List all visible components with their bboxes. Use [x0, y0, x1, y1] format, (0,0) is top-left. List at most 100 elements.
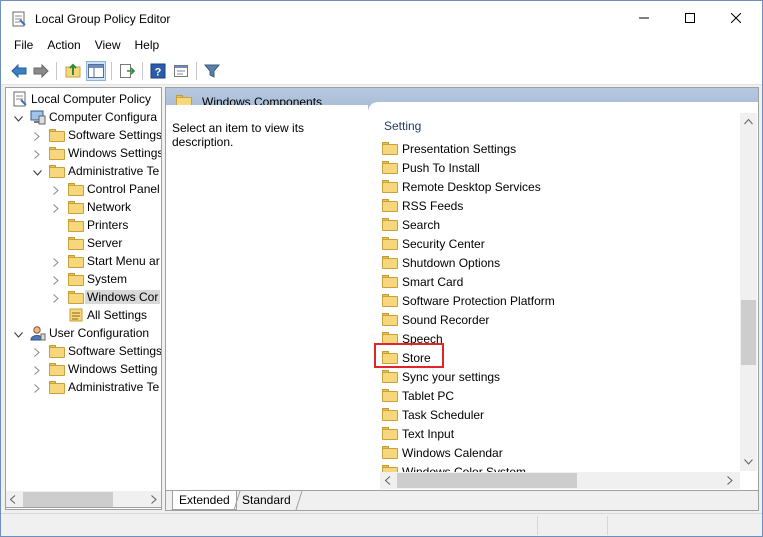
- list-item-label: Tablet PC: [402, 388, 455, 403]
- help-button[interactable]: ?: [148, 61, 168, 81]
- properties-button[interactable]: [171, 61, 191, 81]
- list-item-label: Sound Recorder: [402, 312, 490, 327]
- list-item-label: Security Center: [402, 236, 485, 251]
- minimize-button[interactable]: [621, 1, 667, 35]
- up-folder-icon: [65, 63, 81, 78]
- expand-chevron-icon[interactable]: [50, 256, 62, 268]
- export-list-button[interactable]: [117, 61, 137, 81]
- description-text: Select an item to view its description.: [172, 121, 305, 149]
- tree-item-software-settings[interactable]: Software Settings: [49, 126, 161, 144]
- expand-chevron-icon[interactable]: [50, 202, 62, 214]
- scroll-right-icon[interactable]: [151, 495, 157, 504]
- vertical-scrollbar[interactable]: [740, 113, 757, 471]
- tab-standard[interactable]: Standard: [236, 491, 297, 510]
- tree-scroll-thumb[interactable]: [23, 492, 113, 507]
- list-item[interactable]: Security Center: [382, 234, 485, 253]
- tree-item-windows-components[interactable]: Windows Cor: [68, 288, 161, 306]
- list-item[interactable]: Shutdown Options: [382, 253, 500, 272]
- list-item[interactable]: Presentation Settings: [382, 139, 516, 158]
- tree-item-all-settings[interactable]: All Settings: [68, 306, 147, 324]
- tree-horizontal-scrollbar[interactable]: [5, 491, 162, 508]
- expand-chevron-icon[interactable]: [50, 292, 62, 304]
- column-header-setting[interactable]: Setting: [384, 119, 421, 133]
- menu-view[interactable]: View: [88, 35, 128, 57]
- expand-chevron-icon[interactable]: [50, 184, 62, 196]
- list-item[interactable]: Software Protection Platform: [382, 291, 555, 310]
- tree-item-label: Local Computer Policy: [31, 92, 152, 106]
- list-item-label: Search: [402, 217, 441, 232]
- menu-file[interactable]: File: [1, 35, 40, 57]
- list-item[interactable]: Tablet PC: [382, 386, 454, 405]
- scroll-right-icon[interactable]: [727, 476, 733, 485]
- forward-button[interactable]: [31, 61, 51, 81]
- folder-icon: [382, 161, 398, 174]
- folder-icon: [49, 164, 65, 178]
- close-button[interactable]: [713, 1, 759, 35]
- collapse-chevron-icon[interactable]: [12, 113, 24, 125]
- list-item-label: Task Scheduler: [402, 407, 485, 422]
- list-item[interactable]: Text Input: [382, 424, 454, 443]
- menu-action[interactable]: Action: [40, 35, 87, 57]
- list-item-label: Shutdown Options: [402, 255, 501, 270]
- expand-chevron-icon[interactable]: [31, 130, 43, 142]
- tree-item-control-panel[interactable]: Control Panel: [68, 180, 160, 198]
- tree-item-computer-configuration[interactable]: Computer Configura: [30, 108, 157, 126]
- scroll-down-icon[interactable]: [744, 459, 753, 465]
- expand-chevron-icon[interactable]: [31, 364, 43, 376]
- scroll-left-icon[interactable]: [385, 476, 391, 485]
- maximize-icon: [685, 13, 695, 23]
- properties-icon: [174, 65, 188, 77]
- list-item[interactable]: Task Scheduler: [382, 405, 484, 424]
- list-item[interactable]: Sound Recorder: [382, 310, 489, 329]
- back-button[interactable]: [9, 61, 29, 81]
- up-folder-button[interactable]: [63, 61, 83, 81]
- filter-button[interactable]: [202, 61, 222, 81]
- expand-chevron-icon[interactable]: [31, 382, 43, 394]
- scroll-left-icon[interactable]: [10, 495, 16, 504]
- folder-icon: [382, 218, 398, 231]
- tree-item-windows-settings[interactable]: Windows Settings: [49, 144, 161, 162]
- list-item[interactable]: RSS Feeds: [382, 196, 463, 215]
- tree-item-printers[interactable]: Printers: [68, 216, 128, 234]
- folder-icon: [68, 254, 84, 268]
- menu-help[interactable]: Help: [128, 35, 167, 57]
- tree-item-user-windows-settings[interactable]: Windows Setting: [49, 360, 157, 378]
- tree-item-system[interactable]: System: [68, 270, 127, 288]
- list-item[interactable]: Windows Calendar: [382, 443, 503, 462]
- horizontal-scrollbar[interactable]: [380, 472, 740, 489]
- tree-item-start-menu[interactable]: Start Menu ar: [68, 252, 160, 270]
- collapse-chevron-icon[interactable]: [31, 167, 43, 179]
- maximize-button[interactable]: [667, 1, 713, 35]
- show-hide-tree-button[interactable]: [86, 61, 106, 81]
- tab-extended[interactable]: Extended: [172, 491, 237, 510]
- vertical-scroll-thumb[interactable]: [741, 300, 756, 365]
- tree-item-network[interactable]: Network: [68, 198, 131, 216]
- tree-item-local-computer-policy[interactable]: Local Computer Policy: [12, 90, 151, 108]
- view-tabs: Extended Standard: [166, 490, 758, 510]
- folder-icon: [382, 256, 398, 269]
- scroll-up-icon[interactable]: [744, 119, 753, 125]
- tree-item-user-administrative-templates[interactable]: Administrative Te: [49, 378, 159, 396]
- tree-item-server[interactable]: Server: [68, 234, 122, 252]
- folder-icon: [49, 146, 65, 160]
- toolbar: ?: [1, 57, 762, 85]
- list-item-label: Text Input: [402, 426, 455, 441]
- list-item[interactable]: Smart Card: [382, 272, 463, 291]
- list-item[interactable]: Search: [382, 215, 440, 234]
- list-item-label: Windows Calendar: [402, 445, 503, 460]
- list-item[interactable]: Remote Desktop Services: [382, 177, 541, 196]
- expand-chevron-icon[interactable]: [50, 274, 62, 286]
- expand-chevron-icon[interactable]: [31, 148, 43, 160]
- collapse-chevron-icon[interactable]: [12, 329, 24, 341]
- svg-text:?: ?: [155, 67, 162, 79]
- list-item[interactable]: Sync your settings: [382, 367, 500, 386]
- back-icon: [11, 64, 27, 78]
- tree-item-user-configuration[interactable]: User Configuration: [30, 324, 149, 342]
- tree-item-user-software-settings[interactable]: Software Settings: [49, 342, 161, 360]
- list-item[interactable]: Push To Install: [382, 158, 480, 177]
- horizontal-scroll-thumb[interactable]: [397, 473, 577, 488]
- tree-item-administrative-templates[interactable]: Administrative Te: [49, 162, 159, 180]
- window-title: Local Group Policy Editor: [35, 12, 171, 26]
- list-item-label: Remote Desktop Services: [402, 179, 541, 194]
- expand-chevron-icon[interactable]: [31, 346, 43, 358]
